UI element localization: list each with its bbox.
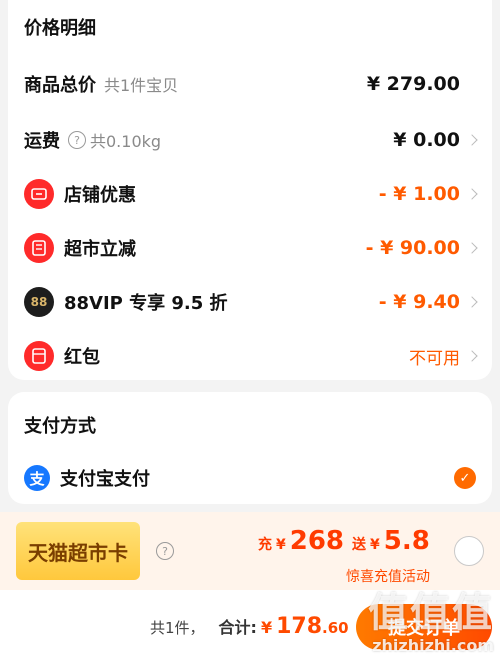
watermark-url: zhizhizhi.com <box>372 636 494 655</box>
recharge-prefix: 充 <box>258 537 272 553</box>
order-count: 共1件， <box>150 619 205 637</box>
shipping-weight: 共0.10kg <box>90 132 162 151</box>
payment-method-card: 支付方式 支 支付宝支付 ✓ <box>8 392 492 504</box>
alipay-icon: 支 <box>24 465 50 491</box>
supermarket-discount-label: 超市立减 <box>64 239 136 260</box>
watermark-logo: 值值值 <box>368 590 494 636</box>
total-price-label: 商品总价 <box>24 75 96 96</box>
supermarket-card-badge: 天猫超市卡 <box>16 522 140 580</box>
88vip-icon: 88 <box>24 287 54 317</box>
ticket-icon <box>24 179 54 209</box>
total-price-row: 商品总价 共1件宝贝 ¥ 279.00 <box>24 64 476 104</box>
total-integer: 178 <box>276 614 323 639</box>
item-count: 共1件宝贝 <box>104 76 179 95</box>
alipay-option[interactable]: 支 支付宝支付 ✓ <box>24 458 476 498</box>
supermarket-discount-value: - ¥ 90.00 <box>365 237 460 259</box>
shipping-row[interactable]: 运费 ? 共0.10kg ¥ 0.00 <box>24 120 478 160</box>
chevron-right-icon <box>466 242 478 254</box>
alipay-label: 支付宝支付 <box>60 469 150 490</box>
promo-radio[interactable] <box>454 536 484 566</box>
recharge-offer: 充 ¥ 268 送 ¥ 5.8 <box>258 526 438 556</box>
check-icon[interactable]: ✓ <box>454 467 476 489</box>
vip-discount-label: 88VIP 专享 9.5 折 <box>64 293 228 314</box>
recharge-promo[interactable]: 天猫超市卡 ? 充 ¥ 268 送 ¥ 5.8 惊喜充值活动 <box>0 512 500 590</box>
red-packet-label: 红包 <box>64 347 100 368</box>
price-detail-title: 价格明细 <box>24 18 96 39</box>
order-total: 共1件， 合计: ¥ 178 .60 <box>150 614 349 639</box>
chevron-right-icon <box>466 350 478 362</box>
help-icon[interactable]: ? <box>156 542 174 560</box>
red-packet-status: 不可用 <box>409 348 460 369</box>
store-discount-value: - ¥ 1.00 <box>378 183 460 205</box>
chevron-right-icon <box>466 134 478 146</box>
price-detail-card: 价格明细 商品总价 共1件宝贝 ¥ 279.00 运费 ? 共0.10kg ¥ … <box>8 0 492 380</box>
total-decimal: .60 <box>322 619 349 637</box>
vip-discount-row[interactable]: 88 88VIP 专享 9.5 折 - ¥ 9.40 <box>24 282 478 322</box>
recharge-currency: ¥ <box>276 537 286 553</box>
total-label: 合计: <box>218 618 257 637</box>
shipping-value: ¥ 0.00 <box>393 129 460 151</box>
recharge-amount: 268 <box>289 526 345 556</box>
total-price-value: ¥ 279.00 <box>366 73 460 95</box>
supermarket-discount-row[interactable]: 超市立减 - ¥ 90.00 <box>24 228 478 268</box>
payment-method-title: 支付方式 <box>24 416 96 437</box>
shipping-label: 运费 <box>24 131 60 152</box>
red-packet-icon <box>24 341 54 371</box>
bonus-amount: 5.8 <box>383 526 430 556</box>
store-discount-label: 店铺优惠 <box>64 185 136 206</box>
bonus-currency: ¥ <box>370 537 380 553</box>
vip-discount-value: - ¥ 9.40 <box>378 291 460 313</box>
supermarket-icon <box>24 233 54 263</box>
store-discount-row[interactable]: 店铺优惠 - ¥ 1.00 <box>24 174 478 214</box>
bonus-prefix: 送 <box>352 537 367 553</box>
chevron-right-icon <box>466 188 478 200</box>
help-icon[interactable]: ? <box>68 131 86 149</box>
total-currency: ¥ <box>260 618 273 637</box>
red-packet-row[interactable]: 红包 不可用 <box>24 336 478 376</box>
chevron-right-icon <box>466 296 478 308</box>
